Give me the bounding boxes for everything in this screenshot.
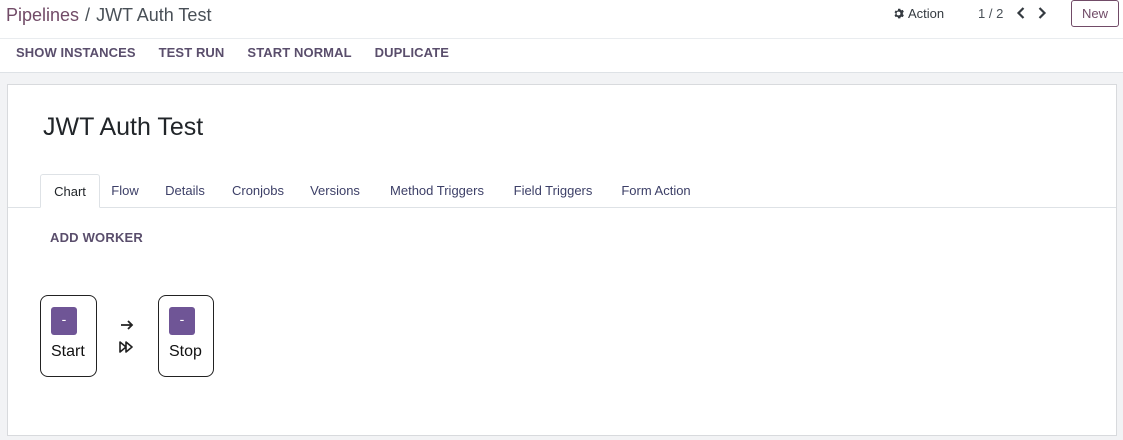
action-menu-button[interactable]: Action — [893, 6, 944, 21]
control-panel: Pipelines / JWT Auth Test Action 1 / 2 New… — [0, 0, 1123, 73]
tab-flow[interactable]: Flow — [106, 174, 144, 207]
tab-cronjobs[interactable]: Cronjobs — [224, 174, 292, 207]
breadcrumb-separator: / — [85, 5, 91, 25]
show-instances-button[interactable]: SHOW INSTANCES — [0, 39, 147, 71]
pager-next-button[interactable] — [1036, 6, 1050, 22]
tab-versions[interactable]: Versions — [304, 174, 366, 207]
worker-node-start[interactable]: - Start — [40, 295, 97, 377]
duplicate-button[interactable]: DUPLICATE — [363, 39, 460, 71]
gear-icon — [894, 8, 904, 19]
stop-node-label: Stop — [169, 343, 202, 360]
add-worker-button[interactable]: ADD WORKER — [50, 230, 143, 245]
tab-details[interactable]: Details — [158, 174, 212, 207]
new-button[interactable]: New — [1071, 0, 1119, 27]
record-title: JWT Auth Test — [43, 113, 204, 141]
notebook-tabs: Chart Flow Details Cronjobs Versions Met… — [8, 174, 1116, 208]
tab-form-action[interactable]: Form Action — [614, 174, 698, 207]
arrow-right-icon — [121, 320, 134, 330]
chevron-left-icon — [1016, 7, 1025, 19]
tab-chart[interactable]: Chart — [40, 174, 100, 208]
fast-forward-icon[interactable] — [118, 339, 134, 355]
breadcrumb-current: JWT Auth Test — [96, 5, 212, 25]
start-node-label: Start — [51, 343, 85, 360]
start-normal-button[interactable]: START NORMAL — [235, 39, 362, 71]
test-run-button[interactable]: TEST RUN — [147, 39, 236, 71]
start-node-action-button[interactable]: - — [51, 307, 77, 335]
breadcrumb: Pipelines / JWT Auth Test — [6, 4, 211, 26]
form-sheet: JWT Auth Test Chart Flow Details Cronjob… — [7, 84, 1117, 436]
breadcrumb-pipelines-link[interactable]: Pipelines — [6, 5, 79, 25]
header-buttons: SHOW INSTANCES TEST RUN START NORMAL DUP… — [0, 38, 1123, 71]
pager-value[interactable]: 1 / 2 — [978, 6, 1003, 21]
tab-field-triggers[interactable]: Field Triggers — [505, 174, 601, 207]
chevron-right-icon — [1038, 7, 1047, 19]
pager-previous-button[interactable] — [1015, 6, 1029, 22]
worker-node-stop[interactable]: - Stop — [158, 295, 214, 377]
stop-node-action-button[interactable]: - — [169, 307, 195, 335]
tab-method-triggers[interactable]: Method Triggers — [380, 174, 494, 207]
action-label: Action — [908, 6, 945, 21]
